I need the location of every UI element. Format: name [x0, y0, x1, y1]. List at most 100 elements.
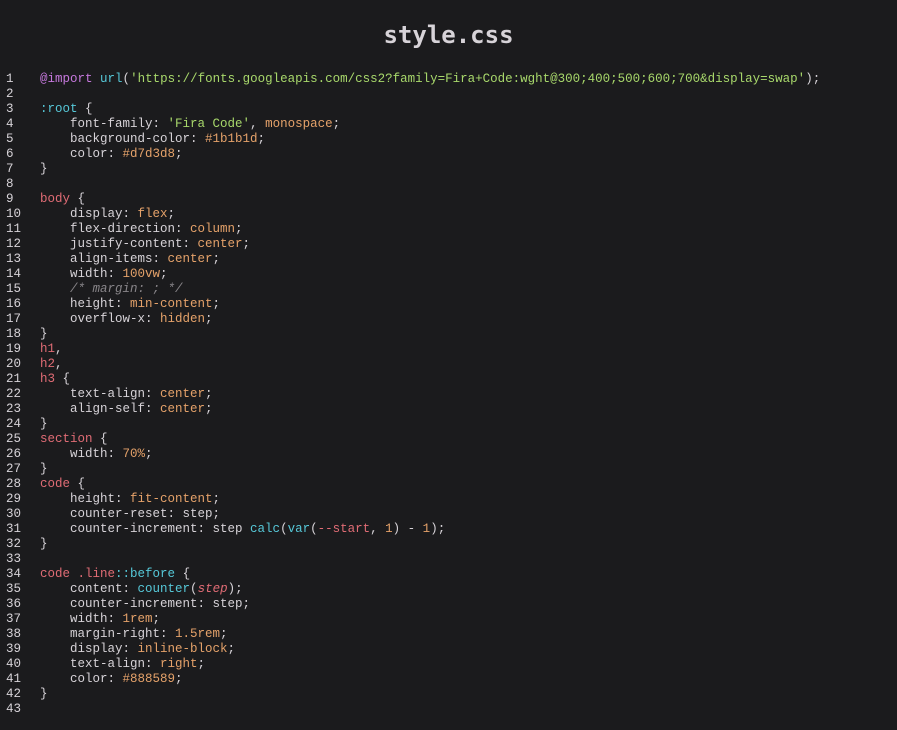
code-token: ( — [310, 522, 318, 536]
code-token: } — [40, 537, 48, 551]
code-line: 36 counter-increment: step; — [0, 597, 897, 612]
code-line: 25 section { — [0, 432, 897, 447]
line-number: 36 — [6, 597, 22, 611]
line-number: 5 — [6, 132, 14, 146]
code-token: ; — [175, 672, 183, 686]
code-line: 23 align-self: center; — [0, 402, 897, 417]
line-number: 3 — [6, 102, 14, 116]
code-token: center — [167, 252, 213, 266]
code-block[interactable]: 1 @import url('https://fonts.googleapis.c… — [0, 72, 897, 717]
code-line: 16 height: min-content; — [0, 297, 897, 312]
code-line: 11 flex-direction: column; — [0, 222, 897, 237]
code-token: min-content — [130, 297, 213, 311]
code-token: counter-increment: step; — [40, 597, 251, 611]
code-token: :root — [40, 102, 78, 116]
code-line: 21 h3 { — [0, 372, 897, 387]
code-token: ; — [212, 297, 221, 311]
line-number: 6 — [6, 147, 14, 161]
code-token: ; — [197, 657, 206, 671]
code-token: ; — [145, 447, 153, 461]
line-number: 22 — [6, 387, 22, 401]
code-token: , — [250, 117, 266, 131]
line-number: 8 — [6, 177, 14, 191]
code-token: margin-right: — [40, 627, 176, 641]
code-token: ); — [430, 522, 446, 536]
code-token: { — [77, 102, 93, 116]
code-token: align-items: — [40, 252, 168, 266]
code-line: 33 — [0, 552, 897, 567]
code-line: 1 @import url('https://fonts.googleapis.c… — [0, 72, 897, 87]
code-token: ; — [257, 132, 266, 146]
code-token: ( — [122, 72, 131, 86]
code-token: width: — [40, 612, 123, 626]
code-line: 13 align-items: center; — [0, 252, 897, 267]
code-token: fit-content — [130, 492, 213, 506]
code-token: justify-content: — [40, 237, 198, 251]
code-token: text-align: — [40, 657, 161, 671]
code-token: ; — [160, 267, 168, 281]
code-token: hidden — [160, 312, 206, 326]
code-token: counter-reset: step; — [40, 507, 221, 521]
code-token: code — [40, 567, 71, 581]
line-number: 10 — [6, 207, 22, 221]
code-token: #d7d3d8 — [122, 147, 176, 161]
code-token: background-color: — [40, 132, 206, 146]
code-token: ; — [227, 642, 236, 656]
code-line: 43 — [0, 702, 897, 717]
code-token: ; — [175, 147, 183, 161]
code-token: { — [55, 372, 71, 386]
line-number: 17 — [6, 312, 22, 326]
line-number: 29 — [6, 492, 22, 506]
code-token: ; — [205, 387, 213, 401]
code-token: counter — [137, 582, 191, 596]
code-token: font-family: — [40, 117, 168, 131]
code-token: h2 — [40, 357, 56, 371]
code-line: 5 background-color: #1b1b1d; — [0, 132, 897, 147]
code-token: overflow-x: — [40, 312, 161, 326]
line-number: 30 — [6, 507, 22, 521]
code-line: 24} — [0, 417, 897, 432]
line-number: 2 — [6, 87, 14, 101]
code-line: 35 content: counter(step); — [0, 582, 897, 597]
code-token: step — [197, 582, 228, 596]
code-token: display: — [40, 207, 138, 221]
code-token: monospace — [265, 117, 333, 131]
code-token: var — [287, 522, 311, 536]
code-line: 18} — [0, 327, 897, 342]
code-token: url — [100, 72, 123, 86]
code-token: code — [40, 477, 71, 491]
line-number: 18 — [6, 327, 22, 341]
line-number: 31 — [6, 522, 22, 536]
code-token: , — [55, 342, 63, 356]
code-token: center — [160, 387, 206, 401]
code-token: display: — [40, 642, 138, 656]
code-line: 27} — [0, 462, 897, 477]
code-token: h3 — [40, 372, 56, 386]
code-token: } — [40, 687, 48, 701]
code-line: 38 margin-right: 1.5rem; — [0, 627, 897, 642]
line-number: 7 — [6, 162, 14, 176]
code-line: 30 counter-reset: step; — [0, 507, 897, 522]
code-token: 1rem — [122, 612, 153, 626]
code-token: ); — [227, 582, 243, 596]
code-token: .line — [77, 567, 116, 581]
code-token: width: — [40, 447, 123, 461]
code-line: 29 height: fit-content; — [0, 492, 897, 507]
line-number: 37 — [6, 612, 22, 626]
code-token: ( — [280, 522, 288, 536]
line-number: 11 — [6, 222, 22, 236]
code-line: 28 code { — [0, 477, 897, 492]
code-line: 4 font-family: 'Fira Code', monospace; — [0, 117, 897, 132]
code-token: center — [197, 237, 243, 251]
page: style.css 1 @import url('https://fonts.go… — [0, 0, 897, 730]
code-token: flex-direction: — [40, 222, 191, 236]
code-token: { — [70, 477, 86, 491]
line-number: 24 — [6, 417, 22, 431]
line-number: 19 — [6, 342, 22, 356]
code-token: ; — [220, 627, 228, 641]
code-token: 100vw — [122, 267, 161, 281]
code-line: 15 /* margin: ; */ — [0, 282, 897, 297]
line-number: 16 — [6, 297, 22, 311]
code-token: h1 — [40, 342, 56, 356]
